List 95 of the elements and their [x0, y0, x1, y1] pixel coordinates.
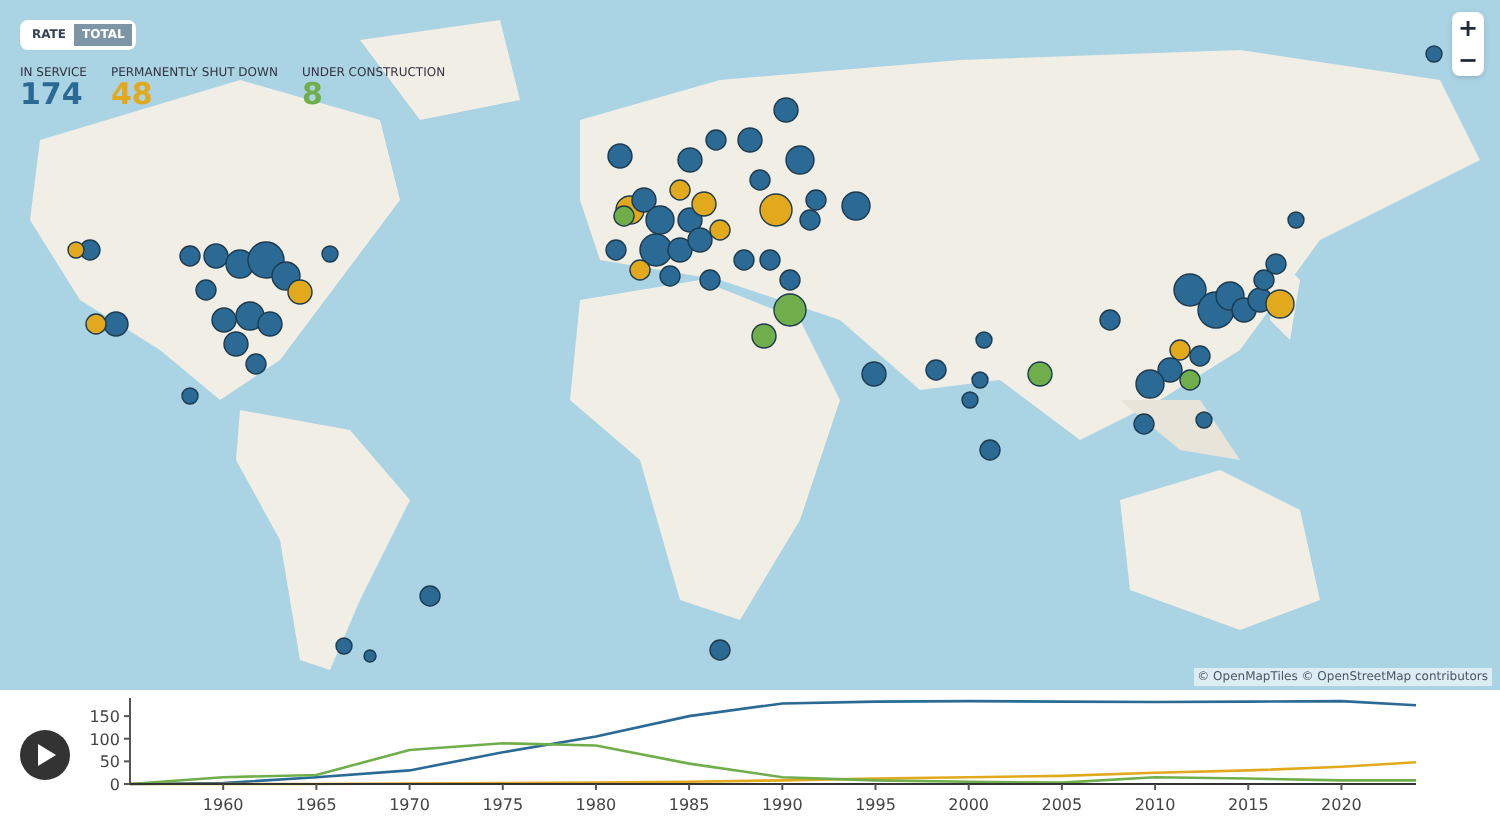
map-marker[interactable]	[841, 191, 871, 221]
map-marker[interactable]	[961, 391, 979, 409]
map-marker[interactable]	[733, 249, 755, 271]
map-marker[interactable]	[1099, 309, 1121, 331]
map-marker[interactable]	[861, 361, 887, 387]
map-marker[interactable]	[1179, 369, 1201, 391]
x-tick-label: 2010	[1134, 796, 1176, 814]
x-tick-label: 2015	[1227, 796, 1269, 814]
map-marker[interactable]	[85, 313, 107, 335]
x-tick-label: 2000	[948, 796, 990, 814]
map-marker[interactable]	[257, 311, 283, 337]
x-tick-label: 1965	[296, 796, 337, 814]
play-button[interactable]	[20, 730, 70, 780]
map-marker[interactable]	[67, 241, 85, 259]
map-marker[interactable]	[645, 205, 675, 235]
map-marker[interactable]	[223, 331, 249, 357]
map-marker[interactable]	[785, 145, 815, 175]
map-marker[interactable]	[235, 301, 265, 331]
map-marker[interactable]	[287, 279, 313, 305]
map-marker[interactable]	[1173, 273, 1207, 307]
map-marker[interactable]	[749, 169, 771, 191]
map-marker[interactable]	[1133, 413, 1155, 435]
map-marker[interactable]	[1287, 211, 1305, 229]
map-marker[interactable]	[1265, 253, 1287, 275]
y-tick-label: 100	[89, 730, 120, 749]
map-marker[interactable]	[975, 331, 993, 349]
map-marker[interactable]	[773, 293, 807, 327]
map-marker[interactable]	[335, 637, 353, 655]
map-marker[interactable]	[759, 249, 781, 271]
map-marker[interactable]	[271, 261, 301, 291]
stat-value: 8	[301, 80, 323, 110]
x-tick-label: 1985	[668, 796, 710, 814]
map-marker[interactable]	[245, 353, 267, 375]
x-tick-label: 2020	[1321, 796, 1362, 814]
map-marker[interactable]	[1157, 357, 1183, 383]
map-marker[interactable]	[751, 323, 777, 349]
map-marker[interactable]	[709, 219, 731, 241]
map-marker[interactable]	[1027, 361, 1053, 387]
map-marker[interactable]	[1253, 269, 1275, 291]
map-marker[interactable]	[181, 387, 199, 405]
play-icon	[35, 744, 55, 766]
map-marker[interactable]	[669, 179, 691, 201]
x-tick-label: 1980	[575, 796, 617, 814]
zoom-in-button[interactable]: +	[1452, 12, 1484, 44]
map-marker[interactable]	[605, 239, 627, 261]
map-marker[interactable]	[971, 371, 989, 389]
x-tick-label: 1975	[482, 796, 524, 814]
map-marker[interactable]	[629, 259, 651, 281]
map-marker[interactable]	[659, 265, 681, 287]
map-marker[interactable]	[925, 359, 947, 381]
y-axis	[123, 697, 131, 785]
x-tick-label: 1970	[389, 796, 430, 814]
map-marker[interactable]	[1135, 369, 1165, 399]
map-marker[interactable]	[687, 227, 713, 253]
stat-value: 174	[20, 80, 83, 110]
map-marker[interactable]	[691, 191, 717, 217]
stat-value: 48	[110, 80, 153, 110]
map-marker[interactable]	[773, 97, 799, 123]
y-tick-label: 50	[99, 753, 120, 772]
map-marker[interactable]	[1265, 289, 1295, 319]
map-marker[interactable]	[677, 147, 703, 173]
map-marker[interactable]	[1169, 339, 1191, 361]
x-tick-label: 1960	[202, 796, 244, 814]
map-marker[interactable]	[979, 439, 1001, 461]
y-tick-label: 150	[89, 708, 120, 727]
map-marker[interactable]	[639, 233, 673, 267]
map-marker[interactable]	[737, 127, 763, 153]
map-marker[interactable]	[1189, 345, 1211, 367]
map-marker[interactable]	[247, 241, 285, 279]
map-marker[interactable]	[613, 205, 635, 227]
zoom-out-button[interactable]: −	[1452, 44, 1484, 76]
map-marker[interactable]	[805, 189, 827, 211]
map-marker[interactable]	[705, 129, 727, 151]
map-marker[interactable]	[363, 649, 377, 663]
map-marker[interactable]	[419, 585, 441, 607]
map-marker[interactable]	[179, 245, 201, 267]
map-marker[interactable]	[321, 245, 339, 263]
map-marker[interactable]	[203, 243, 229, 269]
map-marker[interactable]	[195, 279, 217, 301]
x-tick-label: 1990	[761, 796, 803, 814]
map-marker[interactable]	[1425, 45, 1443, 63]
x-tick-label: 1995	[855, 796, 896, 814]
map-marker[interactable]	[759, 193, 793, 227]
map-marker[interactable]	[607, 143, 633, 169]
map-marker[interactable]	[103, 311, 129, 337]
y-tick-label: 0	[109, 776, 120, 794]
x-tick-label: 2005	[1041, 796, 1083, 814]
map-marker[interactable]	[667, 237, 693, 263]
map-marker[interactable]	[1195, 411, 1213, 429]
map-marker[interactable]	[211, 307, 237, 333]
map-marker[interactable]	[779, 269, 801, 291]
map-marker[interactable]	[799, 209, 821, 231]
map-marker[interactable]	[699, 269, 721, 291]
map-marker[interactable]	[709, 639, 731, 661]
map-marker[interactable]	[631, 187, 657, 213]
